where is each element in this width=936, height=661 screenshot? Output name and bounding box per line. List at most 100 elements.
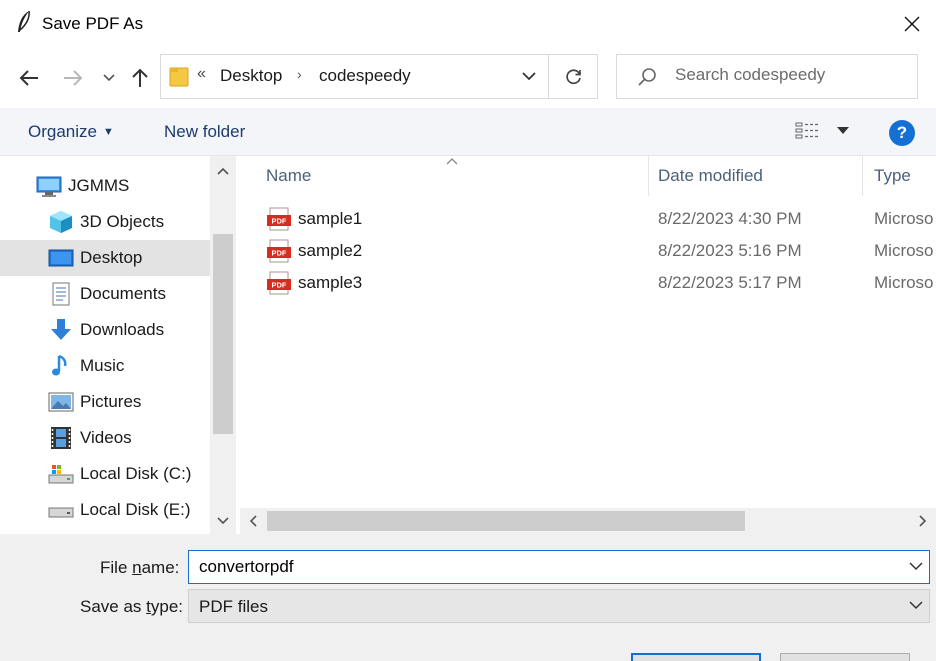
- scroll-up-button[interactable]: [210, 160, 236, 182]
- file-list-horizontal-scrollbar[interactable]: [240, 508, 936, 534]
- address-dropdown-button[interactable]: [509, 55, 549, 98]
- tree-item-music[interactable]: Music: [0, 348, 210, 384]
- svg-text:PDF: PDF: [272, 281, 287, 290]
- file-date: 8/22/2023 5:16 PM: [658, 241, 802, 260]
- chevron-down-icon: [103, 74, 115, 82]
- computer-icon: [36, 176, 62, 197]
- tree-label: Music: [80, 356, 125, 375]
- column-header-name[interactable]: Name: [266, 156, 311, 196]
- tree-item-jgmms[interactable]: JGMMS: [0, 168, 210, 204]
- scroll-right-button[interactable]: [910, 508, 936, 534]
- tree-item-downloads[interactable]: Downloads: [0, 312, 210, 348]
- chevron-down-icon: [909, 601, 923, 610]
- chevron-down-icon[interactable]: [909, 559, 923, 573]
- tree-item-3d-objects[interactable]: 3D Objects: [0, 204, 210, 240]
- organize-label: Organize: [28, 122, 97, 141]
- tree-item-videos[interactable]: Videos: [0, 420, 210, 456]
- tree-label: Pictures: [80, 392, 142, 411]
- up-button[interactable]: [126, 63, 154, 93]
- file-name-input[interactable]: [199, 557, 889, 577]
- label-text: File: [100, 558, 133, 577]
- tree-item-local-disk-c[interactable]: Local Disk (C:): [0, 456, 210, 492]
- drive-icon: [48, 465, 74, 484]
- file-name: sample3: [298, 273, 363, 292]
- tree-item-pictures[interactable]: Pictures: [0, 384, 210, 420]
- search-input[interactable]: [675, 65, 905, 85]
- file-date: 8/22/2023 5:17 PM: [658, 273, 802, 292]
- tree-item-desktop[interactable]: Desktop: [0, 240, 210, 276]
- file-row[interactable]: PDF sample3 8/22/2023 5:17 PM Microso: [240, 268, 936, 298]
- file-row[interactable]: PDF sample2 8/22/2023 5:16 PM Microso: [240, 236, 936, 266]
- organize-menu[interactable]: Organize ▼: [28, 122, 114, 142]
- address-overflow[interactable]: «: [197, 65, 206, 83]
- chevron-down-icon: [522, 72, 536, 81]
- label-text: ype:: [150, 597, 184, 616]
- folder-icon: [169, 67, 189, 87]
- svg-text:PDF: PDF: [272, 217, 287, 226]
- drive-icon: [48, 507, 74, 518]
- forward-button[interactable]: [58, 63, 88, 93]
- save-form: File name: Save as type: PDF files: [0, 534, 936, 661]
- film-icon: [51, 427, 71, 449]
- arrow-left-icon: [19, 70, 38, 86]
- save-as-type-label: Save as type:: [80, 597, 183, 617]
- file-name-combobox[interactable]: [188, 550, 930, 584]
- file-name: sample1: [298, 209, 363, 228]
- file-date: 8/22/2023 4:30 PM: [658, 209, 802, 228]
- search-icon: [638, 68, 656, 86]
- cancel-button[interactable]: [780, 653, 910, 661]
- address-segment-desktop[interactable]: Desktop: [220, 66, 282, 86]
- file-type: Microso: [874, 241, 934, 260]
- column-divider[interactable]: [862, 156, 863, 196]
- document-icon: [52, 282, 70, 306]
- scroll-down-button[interactable]: [210, 510, 236, 532]
- chevron-right-icon: [919, 515, 927, 527]
- scroll-thumb[interactable]: [267, 511, 745, 531]
- column-header-date-modified[interactable]: Date modified: [658, 156, 763, 196]
- address-separator-icon[interactable]: ›: [297, 66, 302, 82]
- address-bar[interactable]: « Desktop › codespeedy: [160, 54, 598, 99]
- scroll-thumb[interactable]: [213, 234, 233, 434]
- column-divider[interactable]: [648, 156, 649, 196]
- triangle-down-icon: [837, 127, 849, 134]
- label-text: Save as: [80, 597, 147, 616]
- tree-label: Downloads: [80, 320, 165, 339]
- navigation-pane: JGMMS 3D Objects Desktop Documents Downl…: [0, 156, 236, 534]
- scroll-left-button[interactable]: [240, 508, 266, 534]
- pdf-file-icon: PDF: [267, 207, 291, 231]
- save-button[interactable]: [631, 653, 761, 661]
- change-view-button[interactable]: [795, 121, 849, 141]
- tree-item-local-disk-e[interactable]: Local Disk (E:): [0, 492, 210, 528]
- tree-label: Local Disk (E:): [80, 500, 191, 519]
- tree-label: 3D Objects: [80, 212, 165, 231]
- refresh-button[interactable]: [549, 55, 599, 98]
- file-name: sample2: [298, 241, 363, 260]
- cube-icon: [50, 211, 72, 233]
- address-segment-codespeedy[interactable]: codespeedy: [319, 66, 411, 86]
- column-header-type[interactable]: Type: [874, 156, 911, 196]
- recent-locations-button[interactable]: [99, 63, 119, 93]
- tree-label: Desktop: [80, 248, 143, 267]
- search-box[interactable]: [616, 54, 918, 99]
- navigation-pane-scrollbar[interactable]: [210, 156, 236, 534]
- close-button[interactable]: [888, 0, 936, 48]
- navigation-bar: « Desktop › codespeedy: [0, 48, 936, 108]
- tree-item-documents[interactable]: Documents: [0, 276, 210, 312]
- arrow-up-icon: [132, 68, 148, 87]
- save-as-type-select[interactable]: PDF files: [188, 589, 930, 623]
- file-name-label: File name:: [100, 558, 179, 578]
- pdf-file-icon: PDF: [267, 239, 291, 263]
- back-button[interactable]: [14, 63, 44, 93]
- chevron-up-icon: [217, 167, 229, 175]
- svg-text:PDF: PDF: [272, 249, 287, 258]
- title-bar: Save PDF As: [0, 0, 936, 48]
- window-title: Save PDF As: [42, 14, 144, 33]
- file-row[interactable]: PDF sample1 8/22/2023 4:30 PM Microso: [240, 204, 936, 234]
- download-icon: [51, 319, 71, 340]
- help-button[interactable]: ?: [889, 120, 915, 146]
- chevron-down-icon: [217, 517, 229, 525]
- chevron-left-icon: [249, 515, 257, 527]
- new-folder-button[interactable]: New folder: [164, 122, 245, 142]
- music-note-icon: [52, 354, 67, 376]
- file-type: Microso: [874, 209, 934, 228]
